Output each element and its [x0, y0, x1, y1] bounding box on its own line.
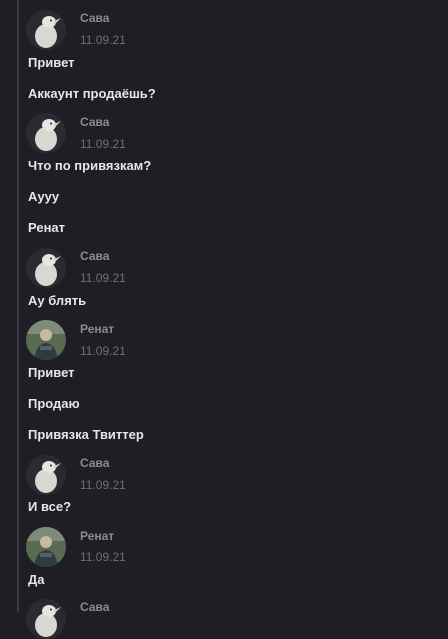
bird-avatar-icon[interactable] [26, 10, 66, 50]
message-text: Привязка Твиттер [28, 427, 144, 442]
message-text: Аккаунт продаёшь? [28, 86, 156, 101]
message-date: 11.09.21 [80, 550, 126, 564]
message-text: Аууу [28, 189, 60, 204]
message-text: Продаю [28, 396, 80, 411]
bird-avatar-icon[interactable] [26, 599, 66, 639]
message-text: Да [28, 572, 45, 587]
bird-avatar-icon[interactable] [26, 455, 66, 495]
bird-avatar-icon[interactable] [26, 248, 66, 288]
message-text: Ау блять [28, 293, 87, 308]
message-text: Что по привязкам? [28, 158, 152, 173]
message-date: 11.09.21 [80, 33, 126, 47]
person-avatar-icon[interactable] [26, 527, 66, 567]
author-name[interactable]: Сава [80, 11, 109, 25]
message-text: Привет [28, 55, 75, 70]
message-text: И все? [28, 499, 72, 514]
author-name[interactable]: Сава [80, 456, 109, 470]
author-name[interactable]: Сава [80, 249, 109, 263]
bird-avatar-icon[interactable] [26, 113, 66, 153]
message-text: Привет [28, 365, 75, 380]
author-name[interactable]: Ренат [80, 322, 114, 336]
message-text: Ренат [28, 220, 66, 235]
chat-rail [17, 0, 19, 612]
message-date: 11.09.21 [80, 344, 126, 358]
message-date: 11.09.21 [80, 271, 126, 285]
author-name[interactable]: Ренат [80, 529, 114, 543]
person-avatar-icon[interactable] [26, 320, 66, 360]
message-date: 11.09.21 [80, 478, 126, 492]
message-date: 11.09.21 [80, 137, 126, 151]
author-name[interactable]: Сава [80, 115, 109, 129]
